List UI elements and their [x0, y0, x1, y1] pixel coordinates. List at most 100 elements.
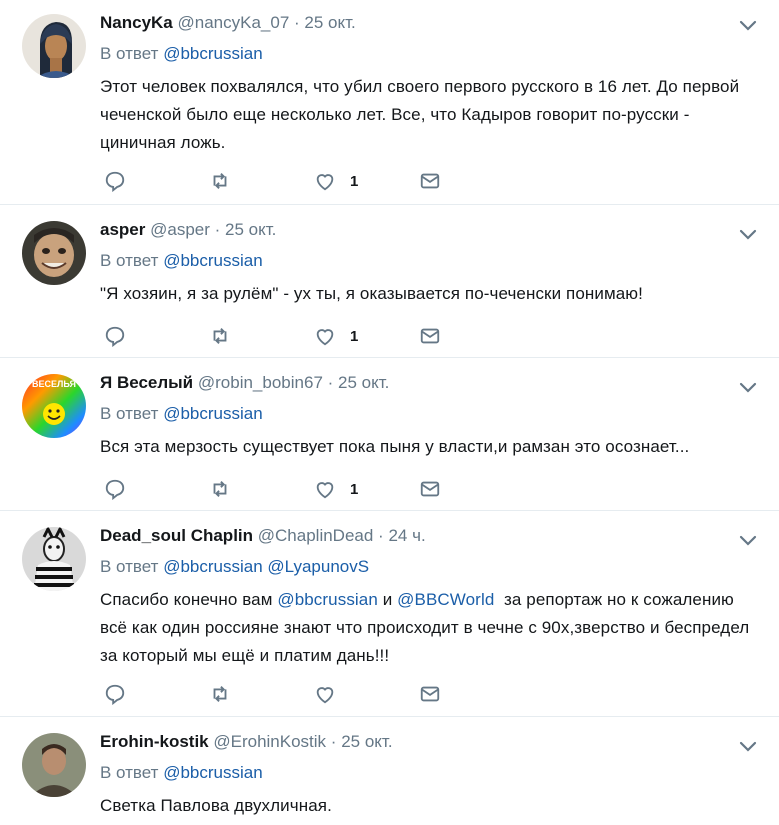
- separator-dot: ·: [327, 373, 334, 392]
- reply-icon: [105, 171, 125, 192]
- avatar[interactable]: [22, 527, 86, 591]
- tweet-timestamp[interactable]: 25 окт.: [338, 373, 389, 392]
- tweet-text-segment: Спасибо конечно вам: [100, 590, 278, 609]
- author-name[interactable]: Я Веселый: [100, 373, 193, 392]
- tweet-actions: 1: [104, 324, 524, 348]
- mention-link[interactable]: @bbcrussian: [277, 590, 378, 609]
- reply-mention-link[interactable]: @bbcrussian: [163, 763, 262, 782]
- reply-context: В ответ @bbcrussian: [100, 762, 759, 784]
- heart-icon: [316, 174, 334, 191]
- reply-prefix: В ответ: [100, 44, 159, 63]
- reply-mention-link[interactable]: @bbcrussian: [163, 557, 262, 576]
- separator-dot: ·: [378, 526, 384, 545]
- heart-icon: [316, 687, 334, 704]
- author-name[interactable]: asper: [100, 220, 145, 239]
- reply-button[interactable]: [104, 170, 209, 192]
- tweet-card[interactable]: Erohin-kostik @ErohinKostik · 25 окт. В …: [0, 717, 779, 825]
- tweet-header: Erohin-kostik @ErohinKostik · 25 окт.: [100, 731, 759, 753]
- reply-prefix: В ответ: [100, 404, 159, 423]
- tweet-timestamp[interactable]: 25 окт.: [304, 13, 355, 32]
- author-name[interactable]: Erohin-kostik: [100, 732, 209, 751]
- chevron-down-icon[interactable]: [739, 535, 757, 547]
- tweet-header: NancyKa @nancyKa_07 · 25 окт.: [100, 12, 759, 34]
- avatar-egyptian-portrait-icon: [22, 14, 86, 78]
- author-handle[interactable]: @robin_bobin67: [198, 373, 323, 392]
- tweet-actions: [104, 682, 524, 706]
- separator-dot: ·: [294, 13, 300, 32]
- like-count: 1: [350, 480, 359, 498]
- tweet-card[interactable]: ВЕСЕЛЬЯ Я Веселый @robin_bobin67 · 25 ок…: [0, 358, 779, 511]
- reply-icon: [105, 479, 125, 500]
- like-button[interactable]: 1: [314, 478, 419, 500]
- reply-context: В ответ @bbcrussian: [100, 43, 759, 65]
- reply-mention-link[interactable]: @bbcrussian: [163, 404, 262, 423]
- reply-context: В ответ @bbcrussian: [100, 403, 759, 425]
- chevron-down-icon[interactable]: [739, 382, 757, 394]
- direct-message-button[interactable]: [419, 683, 524, 705]
- direct-message-button[interactable]: [419, 478, 524, 500]
- retweet-icon: [213, 481, 227, 497]
- tweet-card[interactable]: asper @asper · 25 окт. В ответ @bbcrussi…: [0, 205, 779, 358]
- reply-icon: [105, 684, 125, 705]
- tweet-actions: 1: [104, 169, 524, 193]
- tweet-text: "Я хозяин, я за рулём" - ух ты, я оказыв…: [100, 284, 643, 303]
- avatar-rainbow-smiley-icon: ВЕСЕЛЬЯ: [22, 374, 86, 438]
- like-count: 1: [350, 172, 359, 190]
- heart-icon: [316, 482, 334, 499]
- reply-context: В ответ @bbcrussian: [100, 250, 759, 272]
- avatar[interactable]: [22, 14, 86, 78]
- reply-prefix: В ответ: [100, 251, 159, 270]
- direct-message-button[interactable]: [419, 170, 524, 192]
- chevron-down-icon[interactable]: [739, 20, 757, 32]
- avatar-striped-figure-icon: [22, 527, 86, 591]
- reply-prefix: В ответ: [100, 557, 159, 576]
- reply-context: В ответ @bbcrussian @LyapunovS: [100, 556, 759, 578]
- tweet-timestamp[interactable]: 25 окт.: [225, 220, 276, 239]
- retweet-button[interactable]: [209, 683, 314, 705]
- tweet-text-segment: и: [377, 590, 398, 609]
- tweet-text: Вся эта мерзость существует пока пыня у …: [100, 437, 690, 456]
- reply-button[interactable]: [104, 325, 209, 347]
- tweet-actions: 1: [104, 477, 524, 501]
- retweet-icon: [213, 686, 227, 702]
- tweet-header: Я Веселый @robin_bobin67 · 25 окт.: [100, 372, 759, 394]
- author-handle[interactable]: @asper: [150, 220, 210, 239]
- reply-mention-link[interactable]: @bbcrussian: [163, 44, 262, 63]
- author-handle[interactable]: @nancyKa_07: [178, 13, 290, 32]
- like-count: 1: [350, 327, 359, 345]
- tweet-card[interactable]: Dead_soul Chaplin @ChaplinDead · 24 ч. В…: [0, 511, 779, 717]
- direct-message-button[interactable]: [419, 325, 524, 347]
- avatar[interactable]: ВЕСЕЛЬЯ: [22, 374, 86, 438]
- tweet-header: asper @asper · 25 окт.: [100, 219, 759, 241]
- tweet-card[interactable]: NancyKa @nancyKa_07 · 25 окт. В ответ @b…: [0, 0, 779, 205]
- tweet-timestamp[interactable]: 24 ч.: [388, 526, 425, 545]
- reply-button[interactable]: [104, 683, 209, 705]
- author-handle[interactable]: @ErohinKostik: [213, 732, 326, 751]
- avatar[interactable]: [22, 221, 86, 285]
- reply-mention-link[interactable]: @LyapunovS: [267, 557, 369, 576]
- like-button[interactable]: 1: [314, 170, 419, 192]
- tweet-text: Этот человек похвалялся, что убил своего…: [100, 77, 740, 152]
- retweet-button[interactable]: [209, 478, 314, 500]
- envelope-icon: [420, 328, 440, 344]
- avatar[interactable]: [22, 733, 86, 797]
- reply-button[interactable]: [104, 478, 209, 500]
- retweet-icon: [213, 173, 227, 189]
- chevron-down-icon[interactable]: [739, 229, 757, 241]
- retweet-button[interactable]: [209, 170, 314, 192]
- tweet-text: Светка Павлова двухличная.: [100, 796, 332, 815]
- like-button[interactable]: [314, 683, 419, 705]
- like-button[interactable]: 1: [314, 325, 419, 347]
- envelope-icon: [420, 173, 440, 189]
- mention-link[interactable]: @BBCWorld: [397, 590, 494, 609]
- avatar-man-portrait-icon: [22, 733, 86, 797]
- avatar-caption: ВЕСЕЛЬЯ: [32, 379, 76, 389]
- retweet-button[interactable]: [209, 325, 314, 347]
- author-name[interactable]: NancyKa: [100, 13, 173, 32]
- separator-dot: ·: [330, 732, 337, 751]
- author-handle[interactable]: @ChaplinDead: [258, 526, 374, 545]
- tweet-timestamp[interactable]: 25 окт.: [341, 732, 392, 751]
- chevron-down-icon[interactable]: [739, 741, 757, 753]
- reply-mention-link[interactable]: @bbcrussian: [163, 251, 262, 270]
- author-name[interactable]: Dead_soul Chaplin: [100, 526, 253, 545]
